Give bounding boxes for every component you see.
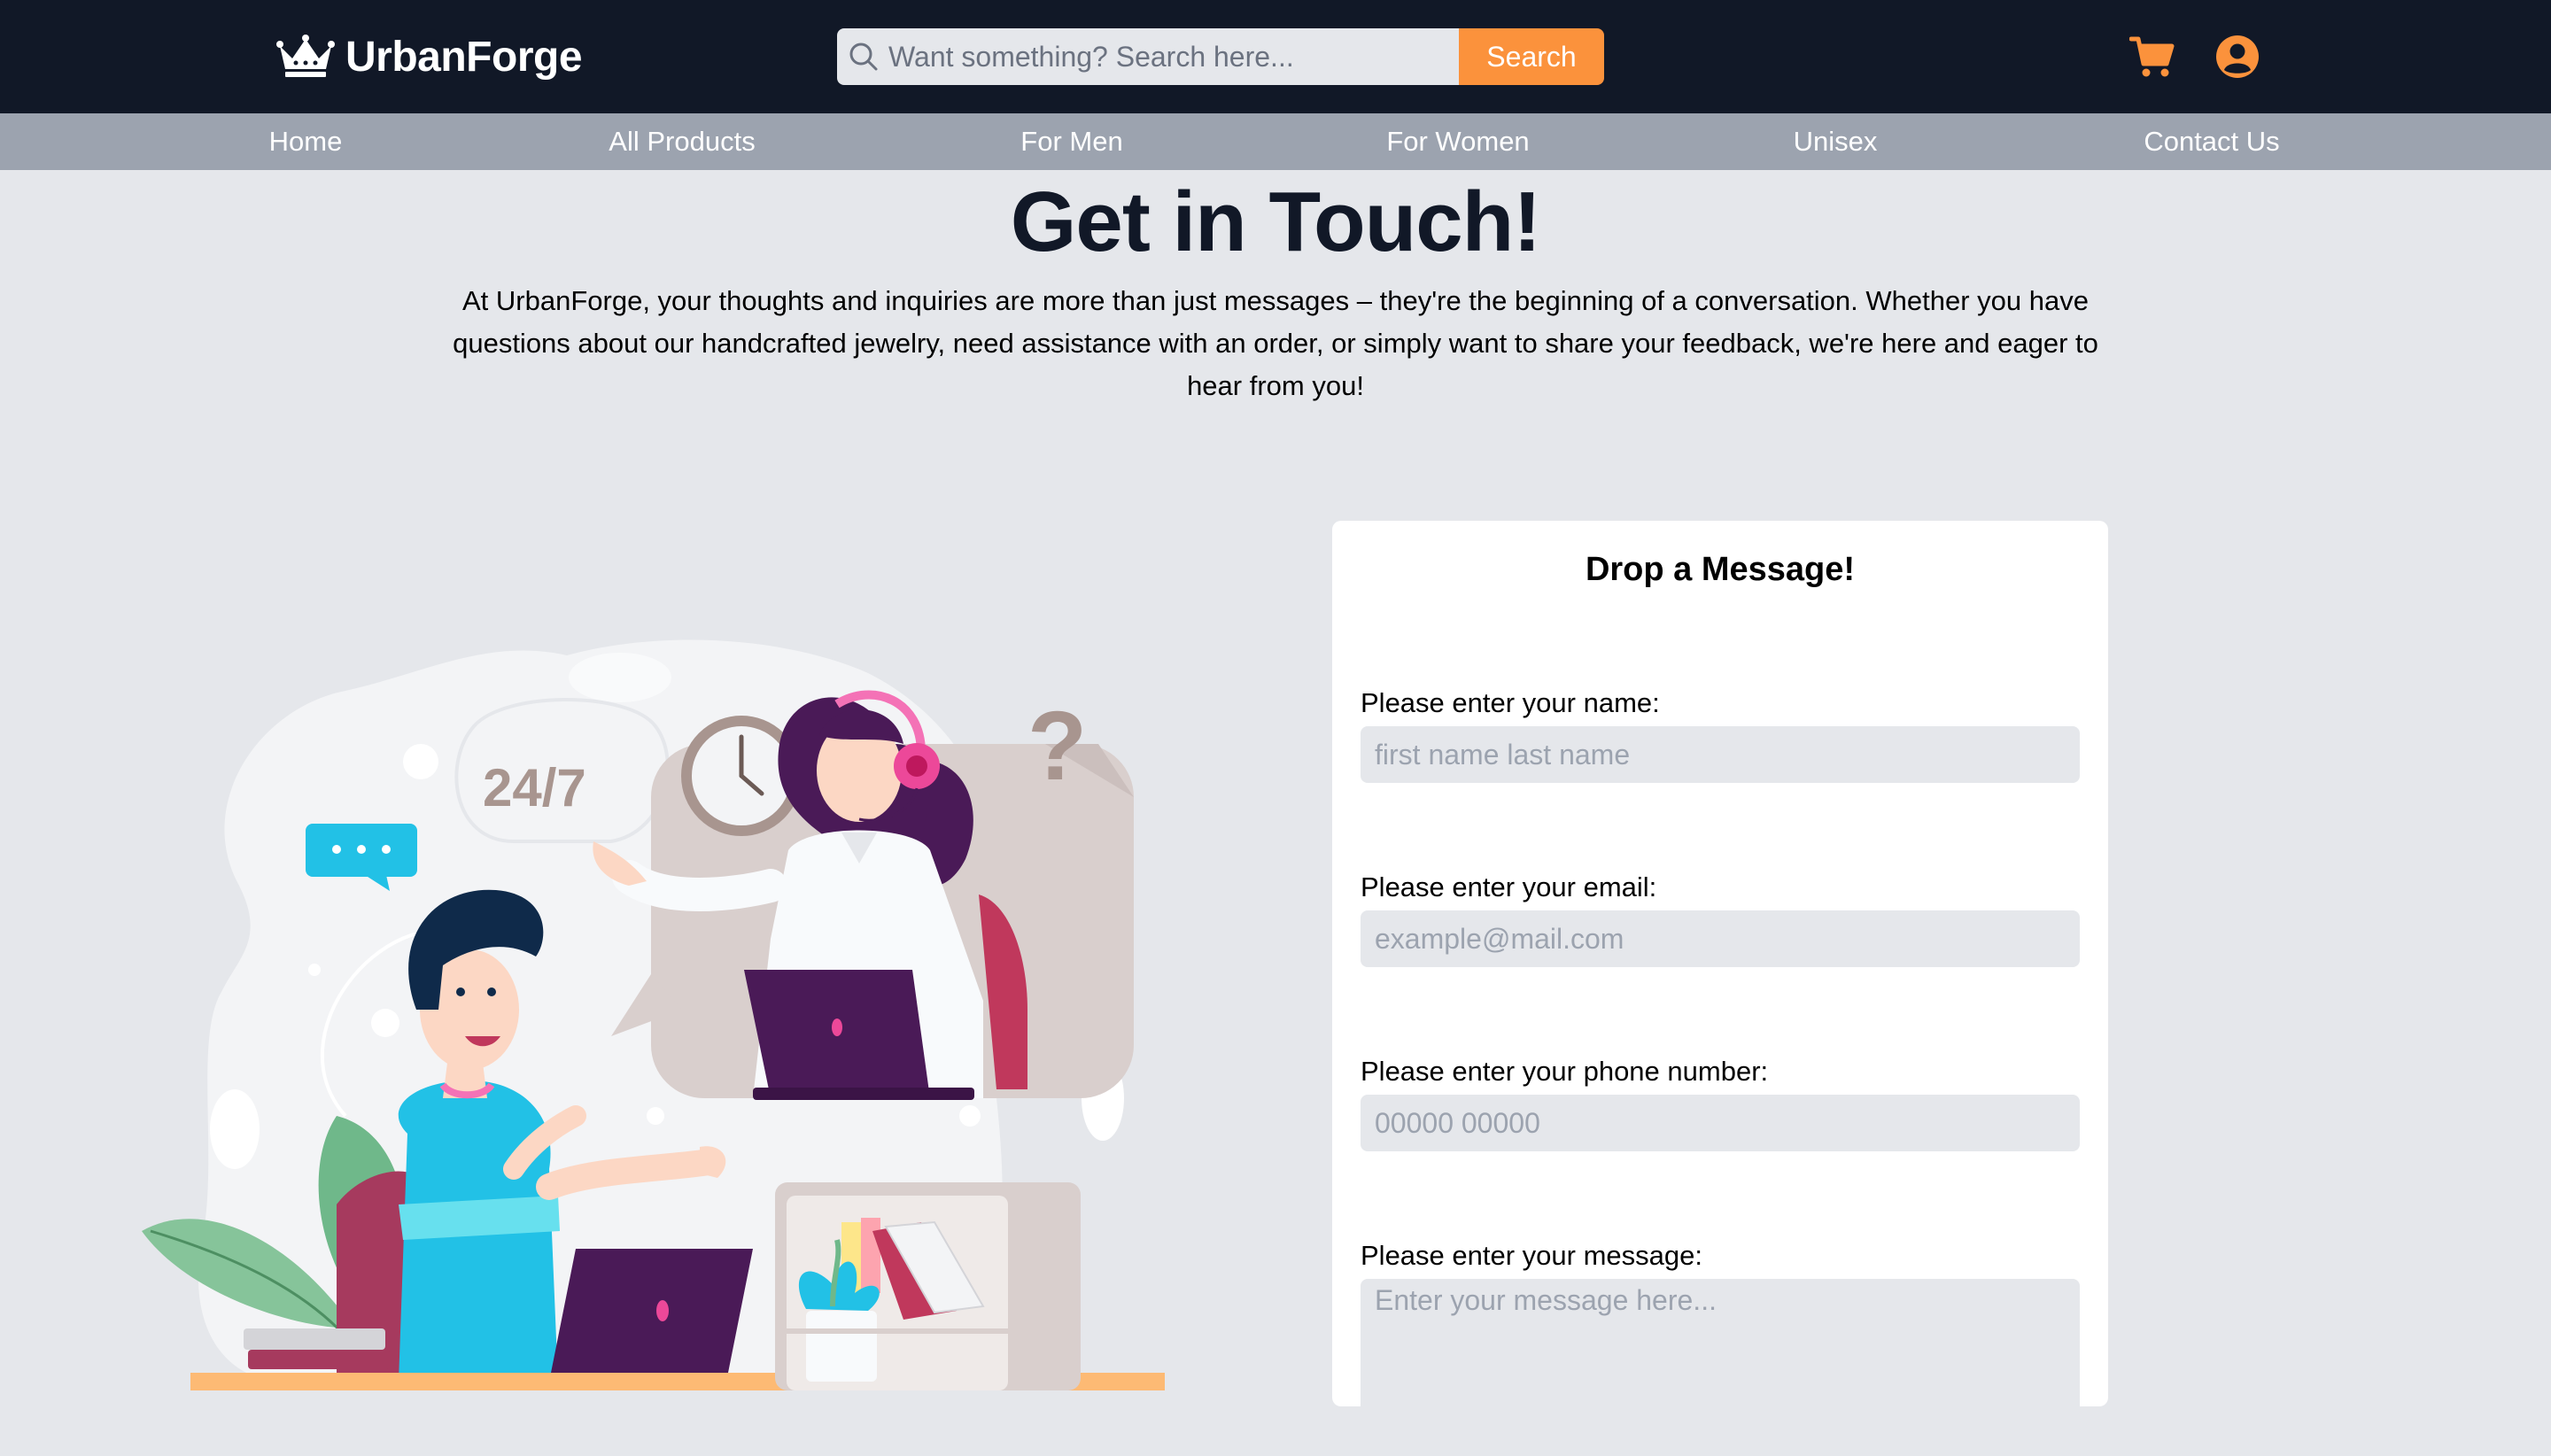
name-field[interactable] bbox=[1361, 726, 2080, 783]
top-header: UrbanForge Search bbox=[0, 0, 2551, 113]
brand-logo[interactable]: UrbanForge bbox=[276, 27, 583, 87]
page-title: Get in Touch! bbox=[1010, 174, 1541, 269]
main-nav: Home All Products For Men For Women Unis… bbox=[0, 113, 2551, 170]
name-label: Please enter your name: bbox=[1361, 687, 1660, 718]
search-box bbox=[837, 28, 1459, 85]
customer-support-illustration: 24/7 ? bbox=[142, 639, 1165, 1390]
message-label: Please enter your message: bbox=[1361, 1240, 1702, 1271]
intro-paragraph: At UrbanForge, your thoughts and inquiri… bbox=[453, 285, 2098, 401]
email-field[interactable] bbox=[1361, 910, 2080, 967]
search-bar: Search bbox=[837, 28, 1604, 85]
nav-home[interactable]: Home bbox=[269, 113, 343, 170]
search-button[interactable]: Search bbox=[1459, 28, 1604, 85]
brand-name: UrbanForge bbox=[345, 33, 583, 81]
nav-for-men[interactable]: For Men bbox=[1020, 113, 1122, 170]
nav-for-women[interactable]: For Women bbox=[1386, 113, 1529, 170]
nav-contact-us[interactable]: Contact Us bbox=[2144, 113, 2279, 170]
contact-form-card: Drop a Message! Please enter your name: … bbox=[1332, 521, 2108, 1456]
search-input[interactable] bbox=[837, 28, 1459, 85]
question-mark: ? bbox=[1027, 692, 1087, 801]
phone-field[interactable] bbox=[1361, 1095, 2080, 1151]
message-field[interactable] bbox=[1361, 1279, 2080, 1456]
cart-icon[interactable] bbox=[2129, 34, 2175, 80]
nav-unisex[interactable]: Unisex bbox=[1794, 113, 1878, 170]
email-label: Please enter your email: bbox=[1361, 871, 1657, 902]
user-icon[interactable] bbox=[2214, 34, 2260, 80]
form-title: Drop a Message! bbox=[1585, 551, 1856, 588]
crown-icon bbox=[276, 35, 335, 77]
support-badge-text: 24/7 bbox=[483, 758, 586, 817]
phone-label: Please enter your phone number: bbox=[1361, 1056, 1769, 1087]
search-icon bbox=[849, 43, 878, 71]
nav-all-products[interactable]: All Products bbox=[609, 113, 755, 170]
